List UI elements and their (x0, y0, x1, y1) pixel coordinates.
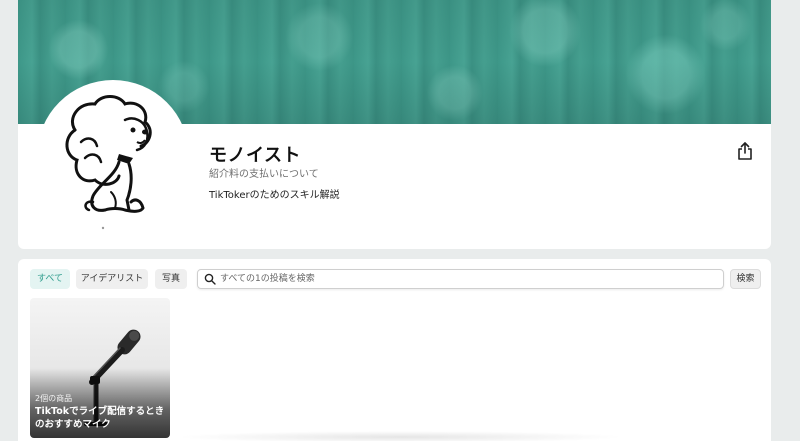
dog-illustration-icon (65, 95, 152, 230)
tab-photo[interactable]: 写真 (155, 269, 187, 289)
posts-card: すべて アイデアリスト 写真 検索 (18, 259, 771, 441)
page: モノイスト 紹介料の支払いについて TikTokerのためのスキル解説 すべて … (0, 0, 800, 441)
search-input[interactable] (216, 271, 720, 287)
tab-all[interactable]: すべて (30, 269, 70, 289)
profile-name: モノイスト (209, 145, 301, 166)
floating-bar-shadow (175, 431, 625, 441)
search-box[interactable] (197, 269, 724, 289)
share-button[interactable] (734, 140, 756, 162)
post-card[interactable]: 2個の商品 TikTokでライブ配信するときのおすすめマイク (30, 298, 170, 438)
avatar (37, 80, 189, 232)
profile-card: モノイスト 紹介料の支払いについて TikTokerのためのスキル解説 (18, 0, 771, 249)
referral-fee-link[interactable]: 紹介料の支払いについて (209, 165, 319, 180)
share-icon (738, 142, 752, 160)
profile-bio: TikTokerのためのスキル解説 (209, 190, 340, 201)
tab-idea-list[interactable]: アイデアリスト (76, 269, 148, 289)
search-icon (204, 273, 216, 285)
post-title: TikTokでライブ配信するときのおすすめマイク (35, 406, 165, 430)
search-button[interactable]: 検索 (730, 269, 761, 289)
post-item-count: 2個の商品 (35, 394, 73, 403)
